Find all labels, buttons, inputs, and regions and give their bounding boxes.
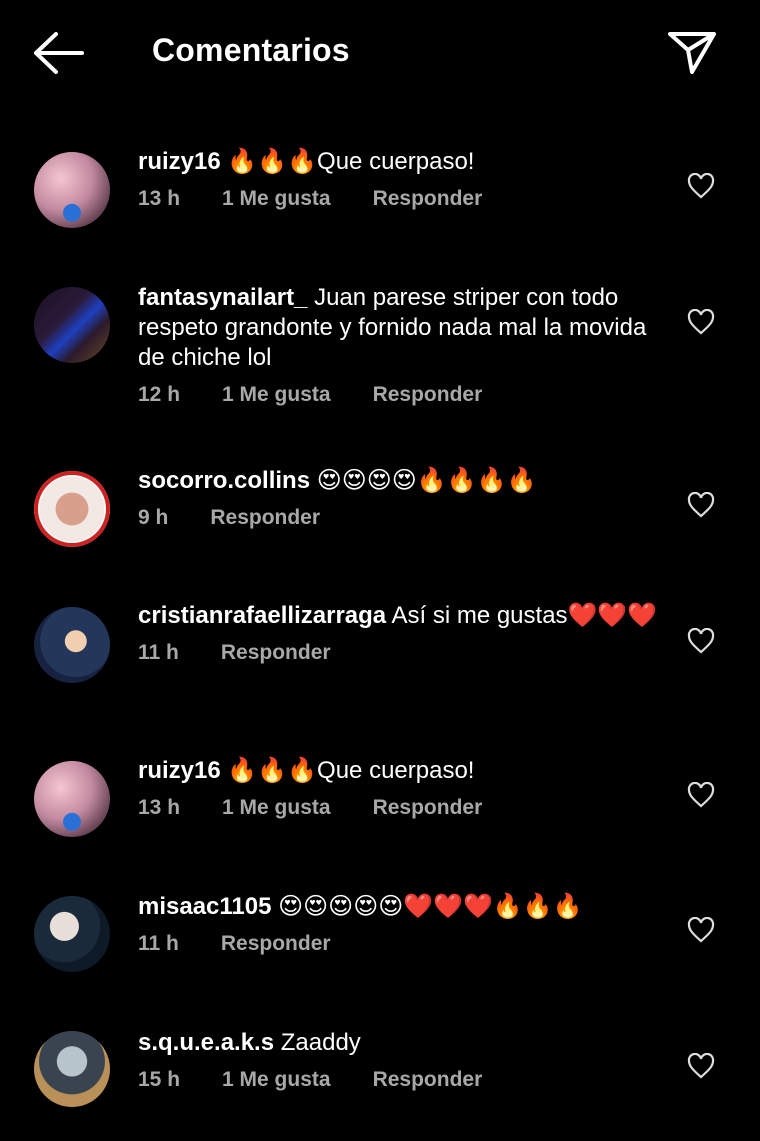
timestamp: 9 h	[138, 506, 169, 529]
comment-meta: 12 h 1 Me gusta Responder	[138, 383, 658, 407]
heart-icon[interactable]	[687, 309, 715, 335]
username[interactable]: cristianrafaellizarraga	[138, 602, 386, 629]
comment-meta: 15 h 1 Me gusta Responder	[138, 1068, 658, 1092]
heart-icon[interactable]	[687, 173, 715, 199]
comment-text: cristianrafaellizarraga Así si me gustas…	[138, 601, 658, 631]
paper-plane-icon	[668, 32, 716, 74]
reply-button[interactable]: Responder	[210, 506, 320, 530]
heart-icon[interactable]	[687, 492, 715, 518]
comment-content: 😍😍😍😍🔥🔥🔥🔥	[310, 467, 537, 494]
heart-icon[interactable]	[687, 1053, 715, 1079]
likes-count[interactable]: 1 Me gusta	[222, 1068, 331, 1092]
comment-meta: 9 h Responder	[138, 506, 658, 530]
timestamp: 12 h	[138, 383, 181, 406]
username[interactable]: socorro.collins	[138, 467, 310, 494]
timestamp: 13 h	[138, 187, 181, 210]
comment-body: socorro.collins 😍😍😍😍🔥🔥🔥🔥 9 h Responder	[138, 466, 658, 530]
timestamp: 11 h	[138, 932, 179, 955]
comment-body: misaac1105 😍😍😍😍😍❤️❤️❤️🔥🔥🔥 11 h Responder	[138, 892, 658, 956]
comment-text: socorro.collins 😍😍😍😍🔥🔥🔥🔥	[138, 466, 658, 496]
arrow-left-icon	[34, 32, 84, 74]
comment-text: ruizy16 🔥🔥🔥Que cuerpaso!	[138, 147, 658, 177]
comment-meta: 13 h 1 Me gusta Responder	[138, 187, 658, 211]
share-button[interactable]	[664, 26, 720, 78]
comment-meta: 11 h Responder	[138, 932, 658, 956]
username[interactable]: ruizy16	[138, 757, 221, 784]
comment-text: fantasynailart_ Juan parese striper con …	[138, 283, 658, 373]
heart-icon[interactable]	[687, 628, 715, 654]
reply-button[interactable]: Responder	[221, 932, 331, 956]
likes-count[interactable]: 1 Me gusta	[222, 796, 331, 820]
comment-body: s.q.u.e.a.k.s Zaaddy 15 h 1 Me gusta Res…	[138, 1028, 658, 1092]
comment-text: s.q.u.e.a.k.s Zaaddy	[138, 1028, 658, 1058]
back-button[interactable]	[30, 30, 88, 76]
username[interactable]: fantasynailart_	[138, 284, 307, 311]
comment-meta: 13 h 1 Me gusta Responder	[138, 796, 658, 820]
comment-text: ruizy16 🔥🔥🔥Que cuerpaso!	[138, 756, 658, 786]
comment-body: fantasynailart_ Juan parese striper con …	[138, 283, 658, 407]
comment-content: 😍😍😍😍😍❤️❤️❤️🔥🔥🔥	[271, 893, 583, 920]
timestamp: 11 h	[138, 641, 179, 664]
avatar[interactable]	[34, 761, 110, 837]
likes-count[interactable]: 1 Me gusta	[222, 187, 331, 211]
likes-count[interactable]: 1 Me gusta	[222, 383, 331, 407]
heart-icon[interactable]	[687, 782, 715, 808]
reply-button[interactable]: Responder	[373, 187, 483, 211]
header: Comentarios	[0, 0, 760, 105]
reply-button[interactable]: Responder	[221, 641, 331, 665]
comment-body: cristianrafaellizarraga Así si me gustas…	[138, 601, 658, 665]
comment-meta: 11 h Responder	[138, 641, 658, 665]
timestamp: 13 h	[138, 796, 181, 819]
avatar[interactable]	[34, 1031, 110, 1107]
comment-content: 🔥🔥🔥Que cuerpaso!	[220, 148, 475, 175]
avatar[interactable]	[34, 607, 110, 683]
reply-button[interactable]: Responder	[373, 796, 483, 820]
avatar[interactable]	[34, 471, 110, 547]
avatar[interactable]	[34, 287, 110, 363]
comment-content: Así si me gustas❤️❤️❤️	[386, 602, 658, 629]
avatar[interactable]	[34, 152, 110, 228]
username[interactable]: ruizy16	[138, 148, 221, 175]
timestamp: 15 h	[138, 1068, 181, 1091]
page-title: Comentarios	[152, 32, 350, 68]
username[interactable]: s.q.u.e.a.k.s	[138, 1029, 274, 1056]
username[interactable]: misaac1105	[138, 893, 271, 920]
reply-button[interactable]: Responder	[373, 1068, 483, 1092]
heart-icon[interactable]	[687, 917, 715, 943]
comment-body: ruizy16 🔥🔥🔥Que cuerpaso! 13 h 1 Me gusta…	[138, 147, 658, 211]
comment-text: misaac1105 😍😍😍😍😍❤️❤️❤️🔥🔥🔥	[138, 892, 658, 922]
comment-body: ruizy16 🔥🔥🔥Que cuerpaso! 13 h 1 Me gusta…	[138, 756, 658, 820]
comment-content: 🔥🔥🔥Que cuerpaso!	[220, 757, 475, 784]
avatar[interactable]	[34, 896, 110, 972]
comment-content: Zaaddy	[274, 1029, 361, 1056]
reply-button[interactable]: Responder	[373, 383, 483, 407]
